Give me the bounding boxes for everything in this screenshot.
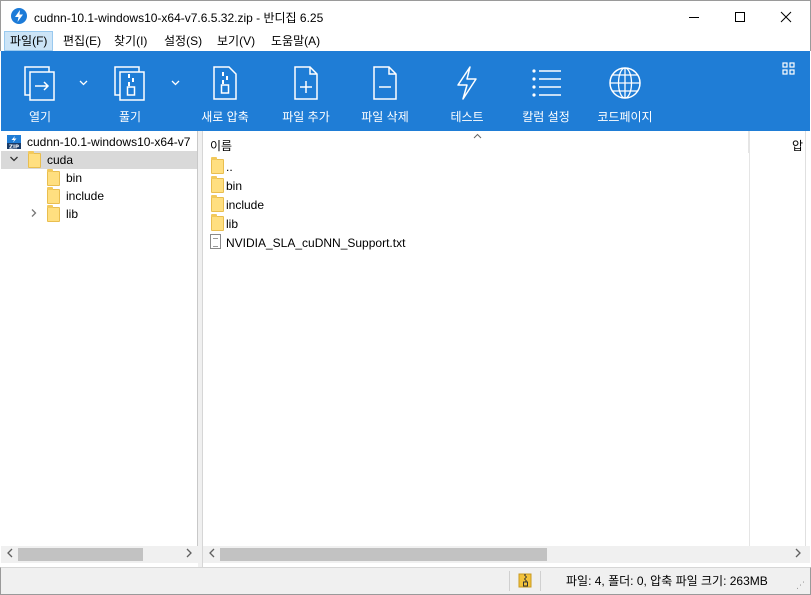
test-label: 테스트 (450, 110, 484, 124)
codepage-button[interactable]: 코드페이지 (592, 51, 658, 131)
column-divider[interactable] (749, 131, 750, 546)
text-file-icon (210, 234, 221, 249)
list-item-label: include (226, 198, 265, 212)
list-item-label: lib (226, 217, 239, 231)
window-title: cudnn-10.1-windows10-x64-v7.6.5.32.zip -… (34, 11, 324, 25)
column-header-name[interactable]: 이름 (203, 131, 749, 153)
tree-item-include[interactable]: include (1, 187, 197, 205)
minimize-icon (689, 16, 699, 18)
sort-ascending-icon (473, 131, 482, 141)
folder-tree[interactable]: ZIP cudnn-10.1-windows10-x64-v7 cuda bin… (1, 131, 198, 546)
status-summary: 파일: 4, 폴더: 0, 압축 파일 크기: 263MB (566, 574, 768, 588)
status-bar: 파일: 4, 폴더: 0, 압축 파일 크기: 263MB ⋰ (0, 567, 811, 595)
folder-icon (47, 205, 60, 222)
list-item-label: bin (226, 179, 243, 193)
column-header-label: 이름 (210, 139, 233, 153)
extract-button[interactable]: 풀기 (99, 51, 161, 131)
folder-icon (28, 151, 41, 168)
list-item-label: .. (226, 160, 233, 174)
add-files-button[interactable]: 파일 추가 (274, 51, 338, 131)
tree-item-bin[interactable]: bin (1, 169, 197, 187)
scroll-thumb[interactable] (18, 548, 143, 561)
list-item-include[interactable]: include (203, 195, 743, 214)
folder-icon (211, 176, 224, 193)
list-item-lib[interactable]: lib (203, 214, 743, 233)
tree-horizontal-scrollbar[interactable] (1, 546, 198, 563)
new-archive-button[interactable]: 새로 압축 (193, 51, 257, 131)
tree-item-lib[interactable]: lib (1, 205, 197, 223)
resize-grip-icon[interactable]: ⋰ (796, 580, 805, 591)
menu-edit[interactable]: 편집(E) (58, 31, 106, 51)
svg-text:ZIP: ZIP (9, 144, 19, 150)
tree-item-label: lib (66, 207, 79, 221)
tree-item-label: bin (66, 171, 83, 185)
columns-button[interactable]: 칼럼 설정 (514, 51, 578, 131)
vertical-scrollbar[interactable] (805, 131, 811, 546)
toolbar: 열기 풀기 새로 압축 파일 추가 파일 삭제 테스트 칼럼 설정 코드페이지 (1, 51, 810, 131)
list-item-txt[interactable]: NVIDIA_SLA_cuDNN_Support.txt (203, 233, 743, 252)
file-list[interactable]: 이름 압 .. bin include lib NVIDIA_SLA_cuDNN… (203, 131, 810, 546)
delete-file-icon (373, 66, 397, 100)
list-item-bin[interactable]: bin (203, 176, 743, 195)
folder-icon (47, 187, 60, 204)
menu-settings[interactable]: 설정(S) (159, 31, 207, 51)
open-icon (24, 66, 55, 101)
menu-find[interactable]: 찾기(I) (109, 31, 152, 51)
list-item-parent[interactable]: .. (203, 157, 743, 176)
tree-item-label: include (66, 189, 105, 203)
codepage-icon (609, 67, 641, 99)
tree-item-label: cuda (47, 153, 74, 167)
add-files-label: 파일 추가 (282, 110, 330, 124)
folder-icon (211, 214, 224, 231)
close-icon (780, 11, 792, 22)
maximize-icon (735, 11, 745, 22)
status-divider (540, 571, 541, 591)
new-archive-icon (213, 66, 237, 100)
minimize-button[interactable] (671, 1, 717, 32)
maximize-button[interactable] (717, 1, 763, 32)
list-horizontal-scrollbar[interactable] (203, 546, 810, 563)
title-bar[interactable]: cudnn-10.1-windows10-x64-v7.6.5.32.zip -… (0, 0, 811, 31)
delete-files-button[interactable]: 파일 삭제 (353, 51, 417, 131)
archive-icon (518, 572, 532, 588)
bandizip-app-icon[interactable] (11, 8, 27, 24)
folder-icon (211, 195, 224, 212)
menu-help[interactable]: 도움말(A) (266, 31, 325, 51)
columns-label: 칼럼 설정 (522, 110, 570, 124)
tree-item-cuda[interactable]: cuda (1, 151, 197, 169)
folder-icon (211, 157, 224, 174)
open-button[interactable]: 열기 (9, 51, 71, 131)
chevron-right-icon[interactable] (29, 208, 39, 221)
extract-dropdown-chevron-icon[interactable] (171, 75, 180, 89)
test-button[interactable]: 테스트 (435, 51, 499, 131)
scroll-left-icon[interactable] (205, 548, 219, 561)
scroll-right-icon[interactable] (791, 548, 805, 561)
extract-icon (114, 66, 145, 101)
open-label: 열기 (28, 110, 52, 124)
close-button[interactable] (763, 1, 809, 32)
list-item-label: NVIDIA_SLA_cuDNN_Support.txt (226, 236, 406, 250)
add-file-icon (294, 66, 318, 100)
status-divider (509, 571, 510, 591)
folder-icon (47, 169, 60, 186)
delete-files-label: 파일 삭제 (361, 110, 409, 124)
menu-view[interactable]: 보기(V) (212, 31, 260, 51)
new-archive-label: 새로 압축 (201, 110, 249, 124)
scroll-left-icon[interactable] (3, 548, 17, 561)
extract-label: 풀기 (118, 110, 142, 124)
tree-item-label: cudnn-10.1-windows10-x64-v7 (27, 135, 191, 149)
tree-item-root[interactable]: ZIP cudnn-10.1-windows10-x64-v7 (1, 133, 197, 151)
chevron-down-icon[interactable] (9, 154, 19, 167)
layout-icon[interactable] (782, 62, 796, 79)
menu-file[interactable]: 파일(F) (4, 31, 54, 51)
codepage-label: 코드페이지 (597, 110, 653, 124)
open-dropdown-chevron-icon[interactable] (79, 75, 88, 89)
columns-icon (532, 69, 561, 97)
menu-bar: 파일(F) 편집(E) 찾기(I) 설정(S) 보기(V) 도움말(A) (0, 31, 811, 51)
scroll-right-icon[interactable] (182, 548, 196, 561)
scroll-thumb[interactable] (220, 548, 547, 561)
column-header-compressed[interactable]: 압 (792, 137, 803, 154)
test-icon (457, 66, 477, 100)
